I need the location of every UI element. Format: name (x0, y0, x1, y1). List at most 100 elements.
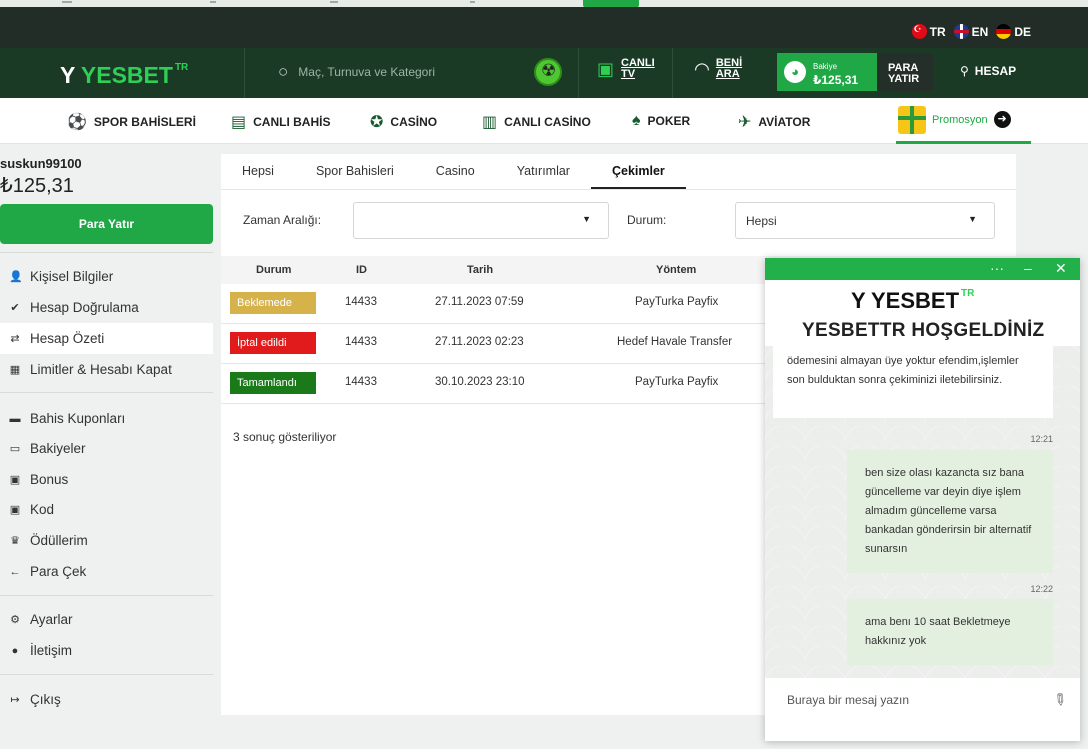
sidebar-item-personal-info[interactable]: 👤 Kişisel Bilgiler (0, 261, 213, 292)
cards-icon: ♠ (632, 112, 641, 129)
status-badge: Beklemede (230, 292, 316, 314)
money-icon: ▭ (9, 443, 21, 455)
chat-input-placeholder: Buraya bir mesaj yazın (787, 693, 910, 707)
gift-icon: ▣ (9, 474, 21, 486)
nav-live-casino[interactable]: ▥ CANLI CASİNO (482, 112, 591, 132)
scoreboard-icon: ▤ (231, 114, 247, 131)
status-badge: İptal edildi (230, 332, 316, 354)
status-select[interactable]: Hepsi ▼ (735, 202, 995, 239)
headset-icon: ◠ (695, 58, 709, 79)
minimize-icon[interactable]: – (1024, 260, 1032, 276)
status-label: Durum: (627, 213, 667, 227)
lang-en[interactable]: EN (953, 24, 988, 39)
sidebar-item-limits[interactable]: ▦ Limitler & Hesabı Kapat (0, 354, 213, 385)
chat-input[interactable]: Buraya bir mesaj yazın ✎ (765, 678, 1080, 741)
site-logo[interactable]: Y YESBET TR (60, 62, 188, 89)
tv-icon: ▣ (597, 58, 615, 79)
tab-casino[interactable]: Casino (415, 154, 496, 189)
live-tv-button[interactable]: ▣ CANLI TV (597, 58, 655, 80)
gift-icon: ▣ (9, 504, 21, 516)
chat-messages[interactable]: ödemesini almayan üye yoktur efendim,işl… (765, 346, 1080, 678)
sidebar-item-withdraw[interactable]: ← Para Çek (0, 556, 213, 587)
nav-casino[interactable]: ✪ CASİNO (370, 112, 437, 132)
chat-logo: Y YESBET TR (851, 288, 975, 313)
tab-all[interactable]: Hepsi (221, 154, 295, 189)
tab-deposits[interactable]: Yatırımlar (496, 154, 591, 189)
arrow-left-icon: ← (9, 565, 21, 578)
date-range-select[interactable]: ▼ (353, 202, 609, 239)
sidebar-item-bonus[interactable]: ▣ Bonus (0, 464, 213, 495)
sidebar-item-account-summary[interactable]: ⇄ Hesap Özeti (0, 323, 213, 354)
main-nav: ⚽ SPOR BAHİSLERİ ▤ CANLI BAHİS ✪ CASİNO ▥ CA… (0, 98, 1088, 144)
message-time: 12:21 (1030, 434, 1053, 444)
sidebar-item-bet-slips[interactable]: ▬ Bahis Kuponları (0, 403, 213, 434)
exchange-icon: ⇄ (10, 333, 20, 345)
gift-icon (898, 105, 926, 134)
nav-live-betting[interactable]: ▤ CANLI BAHİS (231, 112, 330, 132)
sidebar-item-verification[interactable]: ✔ Hesap Doğrulama (0, 292, 213, 323)
turkey-flag-icon (911, 24, 927, 39)
nav-sports[interactable]: ⚽ SPOR BAHİSLERİ (67, 112, 196, 132)
uk-flag-icon (953, 24, 969, 39)
user-icon: 👤 (9, 271, 23, 283)
sidebar-item-contact[interactable]: ● İletişim (0, 635, 213, 666)
agent-message: ödemesini almayan üye yoktur efendim,işl… (773, 346, 1053, 418)
chat-widget: ··· – ✕ Y YESBET TR YESBETTR HOŞGELDİNİZ … (765, 258, 1080, 741)
call-me-button[interactable]: ◠ BENİ ARA (695, 58, 742, 80)
pie-icon: ◕ (784, 61, 806, 83)
balance-box[interactable]: ◕ Bakiye ₺125,31 (777, 53, 877, 91)
balance-label: Bakiye (813, 62, 838, 71)
top-strip-button[interactable] (583, 0, 639, 7)
check-circle-icon: ✔ (10, 302, 20, 314)
tab-withdrawals[interactable]: Çekimler (590, 154, 686, 189)
top-strip (0, 0, 1088, 7)
caret-down-icon: ▼ (582, 214, 591, 224)
arrow-right-icon: ➜ (993, 111, 1011, 128)
calendar-icon: ▦ (9, 364, 21, 376)
sidebar-item-code[interactable]: ▣ Kod (0, 494, 213, 525)
question-icon: ● (11, 644, 19, 657)
user-icon: ⚲ (960, 64, 969, 78)
slot-icon: ▥ (482, 114, 498, 131)
deposit-header-button[interactable]: PARA YATIR (877, 53, 933, 91)
user-message: ama benı 10 saat Bekletmeye hakkınız yok (847, 599, 1053, 665)
gears-icon: ⚙ (10, 614, 20, 626)
chat-titlebar: ··· – ✕ (765, 258, 1080, 280)
caret-down-icon: ▼ (968, 214, 977, 224)
username: suskun99100 (0, 156, 82, 171)
header: Y YESBETTR ○Maç, Turnuva ve Kategori ▣CA… (0, 48, 1088, 98)
sidebar-item-rewards[interactable]: ♛ Ödüllerim (0, 525, 213, 556)
chat-header: Y YESBET TR YESBETTR HOŞGELDİNİZ (765, 280, 1080, 346)
soccer-ball-icon: ⚽ (67, 114, 87, 131)
language-bar: TR EN DE (0, 7, 1088, 48)
sidebar-balance: ₺125,31 (0, 175, 74, 197)
attachment-icon[interactable]: ✎ (1048, 688, 1071, 712)
sidebar-item-logout[interactable]: ↦ Çıkış (0, 684, 213, 715)
user-message: ben size olası kazancta sız bana güncell… (847, 450, 1053, 573)
more-icon[interactable]: ··· (990, 260, 1004, 276)
sidebar: suskun99100 ₺125,31 Para Yatır 👤 Kişisel … (0, 144, 213, 749)
plane-icon: ✈ (738, 114, 752, 131)
search-input[interactable]: ○ Maç, Turnuva ve Kategori (278, 62, 435, 82)
close-icon[interactable]: ✕ (1055, 260, 1067, 277)
search-icon: ○ (278, 62, 289, 81)
radioactive-icon[interactable] (534, 58, 562, 86)
nav-aviator[interactable]: ✈ AVİATOR (738, 112, 810, 132)
trophy-icon: ♛ (10, 535, 20, 547)
logout-icon: ↦ (10, 694, 20, 706)
lang-de[interactable]: DE (996, 24, 1031, 39)
deposit-button[interactable]: Para Yatır (0, 204, 213, 244)
tab-sports[interactable]: Spor Bahisleri (295, 154, 415, 189)
chat-welcome: YESBETTR HOŞGELDİNİZ (802, 320, 1045, 341)
status-badge: Tamamlandı (230, 372, 316, 394)
date-range-label: Zaman Aralığı: (243, 213, 322, 227)
nav-poker[interactable]: ♠ POKER (632, 112, 690, 130)
sidebar-item-balances[interactable]: ▭ Bakiyeler (0, 433, 213, 464)
lang-tr[interactable]: TR (911, 24, 946, 39)
balance-amount: ₺125,31 (813, 73, 859, 87)
sidebar-item-settings[interactable]: ⚙ Ayarlar (0, 604, 213, 635)
result-count: 3 sonuç gösteriliyor (233, 430, 337, 444)
account-button[interactable]: ⚲ HESAP (960, 64, 1016, 78)
ticket-icon: ▬ (9, 412, 21, 425)
nav-promotions[interactable]: Promosyon ➜ (896, 98, 1031, 144)
